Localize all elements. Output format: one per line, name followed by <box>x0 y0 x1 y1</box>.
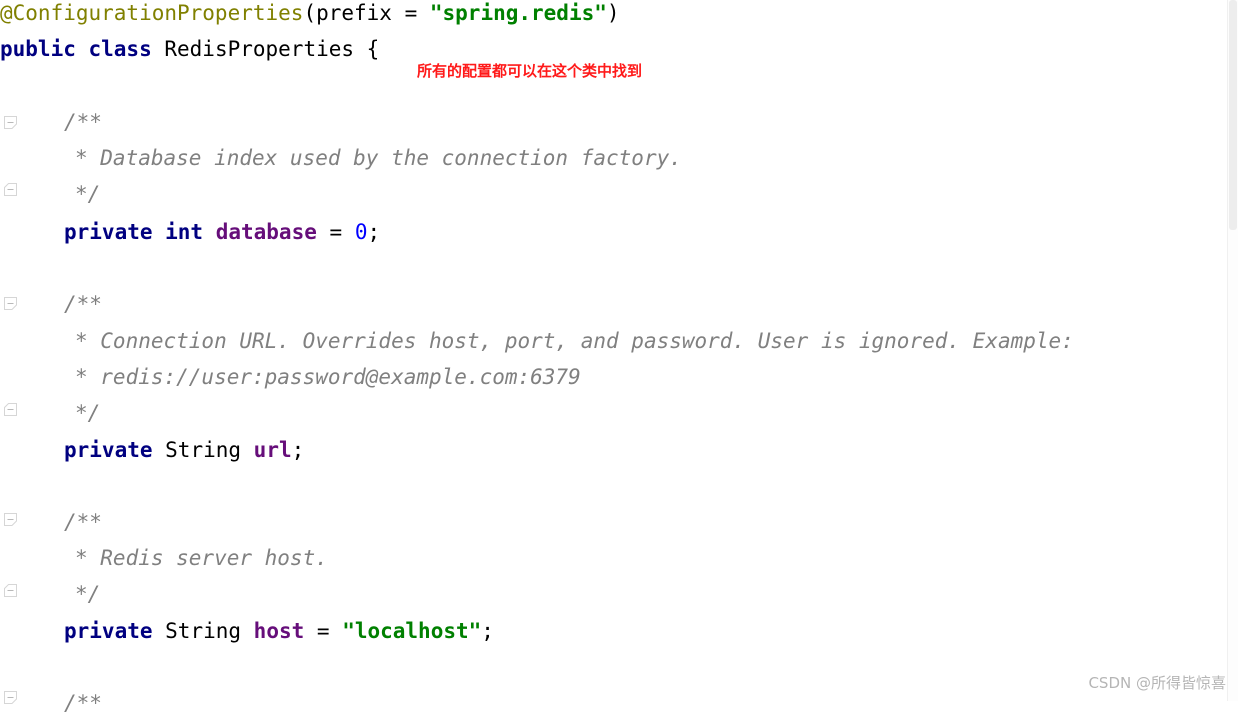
line-field-database[interactable]: private int database = 0; <box>0 214 380 250</box>
code-token: database <box>215 220 317 244</box>
code-editor[interactable]: @ConfigurationProperties(prefix = "sprin… <box>0 0 1238 715</box>
code-token: { <box>366 37 380 61</box>
code-token: private <box>64 438 166 462</box>
code-token: RedisProperties <box>164 37 367 61</box>
line-comment-open-3[interactable]: /** <box>0 504 102 540</box>
code-token: String <box>165 619 254 643</box>
code-token: /** <box>64 292 102 316</box>
line-comment-close-3[interactable]: */ <box>0 576 100 612</box>
code-token: @ConfigurationProperties <box>0 1 304 25</box>
code-token: ) <box>606 1 620 25</box>
code-token: = <box>304 619 343 643</box>
code-token: (prefix = <box>303 1 430 25</box>
line-annotation[interactable]: @ConfigurationProperties(prefix = "sprin… <box>0 0 620 31</box>
code-token: private <box>64 619 166 643</box>
code-token: ; <box>481 619 494 643</box>
line-comment-open-2[interactable]: /** <box>0 286 102 322</box>
line-comment-open-4-partial[interactable]: /** <box>0 685 102 721</box>
line-comment-database[interactable]: * Database index used by the connection … <box>0 140 682 176</box>
code-token: private int <box>64 220 216 244</box>
line-field-host[interactable]: private String host = "localhost"; <box>0 613 494 649</box>
code-token: */ <box>75 582 101 606</box>
code-token: host <box>253 619 305 643</box>
line-comment-close-1[interactable]: */ <box>0 176 100 212</box>
vertical-scrollbar-thumb[interactable] <box>1229 0 1237 230</box>
code-token: = <box>316 220 355 244</box>
code-text-surface[interactable]: @ConfigurationProperties(prefix = "sprin… <box>0 0 1238 715</box>
watermark-label: CSDN @所得皆惊喜 <box>1088 674 1226 692</box>
line-comment-close-2[interactable]: */ <box>0 395 100 431</box>
line-comment-url-1[interactable]: * Connection URL. Overrides host, port, … <box>0 323 1074 359</box>
code-token: * Database index used by the connection … <box>75 146 682 170</box>
code-token: */ <box>75 182 101 206</box>
code-token: url <box>253 438 292 462</box>
code-token: "localhost" <box>342 619 482 643</box>
code-token: * redis://user:password@example.com:6379 <box>75 365 581 389</box>
line-class-decl[interactable]: public class RedisProperties { <box>0 31 379 67</box>
line-comment-url-2[interactable]: * redis://user:password@example.com:6379 <box>0 359 581 395</box>
code-token: ; <box>367 220 381 244</box>
code-token: * Redis server host. <box>75 546 328 570</box>
code-token: /** <box>64 110 102 134</box>
code-token: * Connection URL. Overrides host, port, … <box>75 329 1074 353</box>
code-token: String <box>165 438 254 462</box>
code-token: "spring.redis" <box>429 1 607 25</box>
code-token: /** <box>64 510 102 534</box>
line-field-url[interactable]: private String url; <box>0 432 304 468</box>
code-token: 0 <box>354 220 368 244</box>
code-token: ; <box>291 438 305 462</box>
code-token: */ <box>75 401 101 425</box>
line-comment-open-1[interactable]: /** <box>0 104 102 140</box>
vertical-scrollbar-track[interactable] <box>1227 0 1238 701</box>
code-token: public class <box>0 37 165 61</box>
line-comment-host[interactable]: * Redis server host. <box>0 540 328 576</box>
code-token: /** <box>64 691 102 715</box>
red-annotation-note: 所有的配置都可以在这个类中找到 <box>417 62 643 80</box>
